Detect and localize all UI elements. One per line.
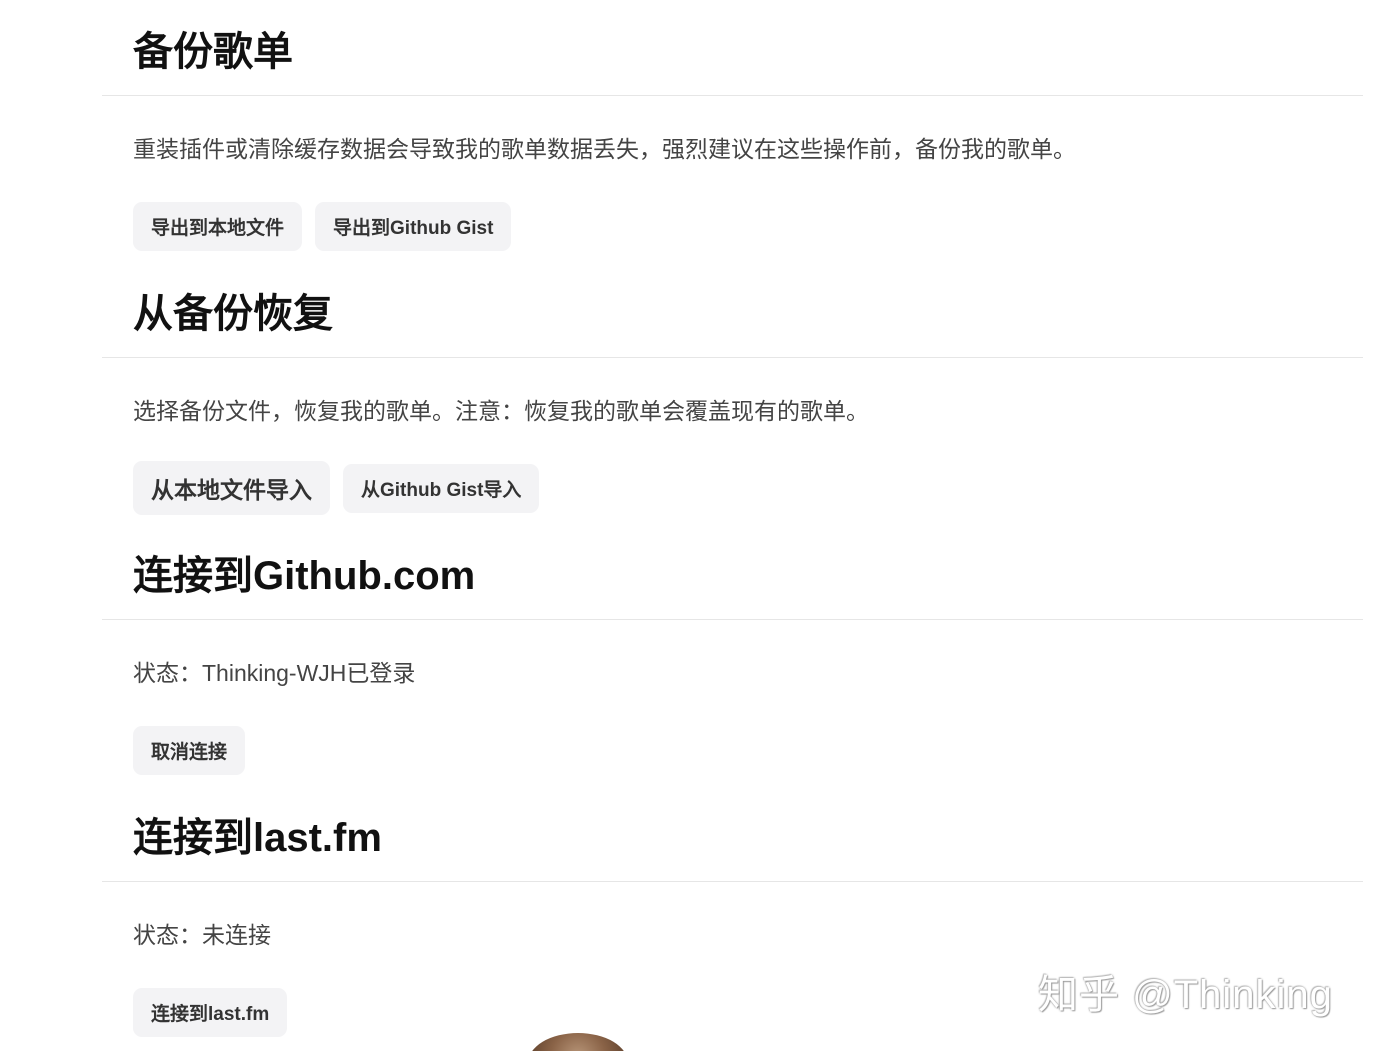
disconnect-github-button[interactable]: 取消连接 [133, 726, 246, 775]
restore-divider [102, 357, 1363, 358]
restore-button-row: 从本地文件导入 从Github Gist导入 [133, 461, 540, 515]
import-local-button[interactable]: 从本地文件导入 [133, 461, 330, 515]
backup-description: 重装插件或清除缓存数据会导致我的歌单数据丢失，强烈建议在这些操作前，备份我的歌单… [133, 136, 1076, 162]
connect-lastfm-button[interactable]: 连接到last.fm [133, 988, 288, 1037]
backup-button-row: 导出到本地文件 导出到Github Gist [133, 202, 512, 251]
avatar [528, 1033, 628, 1051]
restore-heading: 从备份恢复 [133, 292, 333, 336]
watermark: 知乎 @Thinking [1038, 973, 1333, 1017]
github-heading: 连接到Github.com [133, 554, 476, 598]
lastfm-heading: 连接到last.fm [133, 816, 382, 860]
github-button-row: 取消连接 [133, 726, 246, 775]
lastfm-button-row: 连接到last.fm [133, 988, 288, 1037]
export-gist-button[interactable]: 导出到Github Gist [315, 202, 512, 251]
restore-description: 选择备份文件，恢复我的歌单。注意：恢复我的歌单会覆盖现有的歌单。 [133, 398, 869, 424]
backup-heading: 备份歌单 [133, 30, 293, 74]
import-gist-button[interactable]: 从Github Gist导入 [343, 463, 540, 513]
export-local-button[interactable]: 导出到本地文件 [133, 202, 303, 251]
lastfm-divider [102, 881, 1363, 882]
github-status: 状态：Thinking-WJH已登录 [133, 660, 416, 686]
settings-page: 备份歌单 重装插件或清除缓存数据会导致我的歌单数据丢失，强烈建议在这些操作前，备… [0, 0, 1375, 1051]
github-divider [102, 619, 1363, 620]
lastfm-status: 状态：未连接 [133, 922, 271, 948]
backup-divider [102, 95, 1363, 96]
